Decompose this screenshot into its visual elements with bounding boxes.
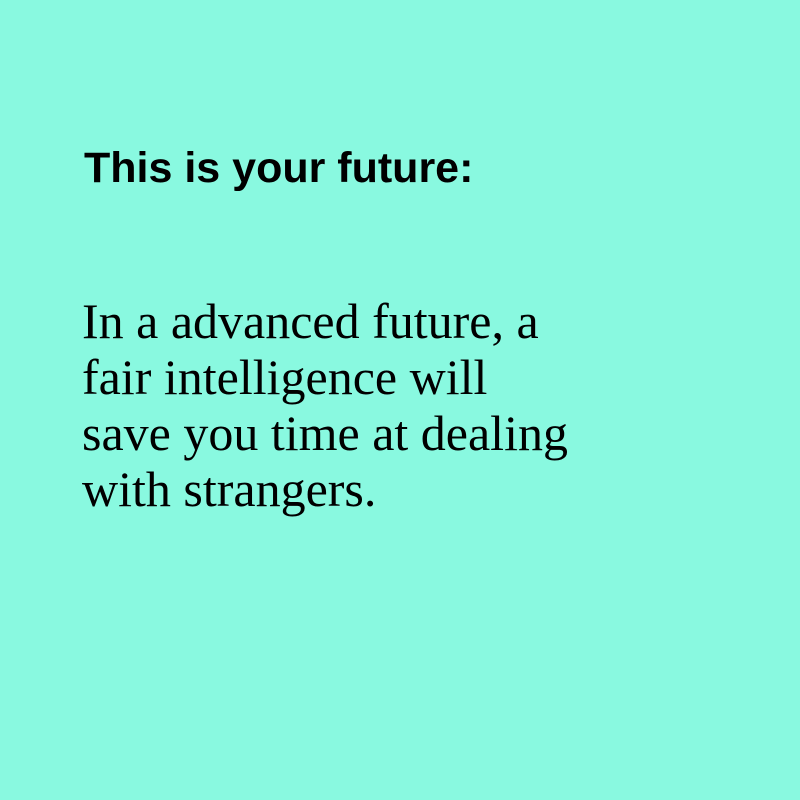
card: This is your future: In a advanced futur… [0,0,800,800]
body-line-3: save you time at dealing [82,405,568,461]
body-line-1: In a advanced future, a [82,293,539,349]
body-line-2: fair intelligence will [82,349,488,405]
heading: This is your future: [84,144,474,192]
body-line-4: with strangers. [82,461,377,517]
body-text: In a advanced future, a fair intelligenc… [82,293,568,517]
